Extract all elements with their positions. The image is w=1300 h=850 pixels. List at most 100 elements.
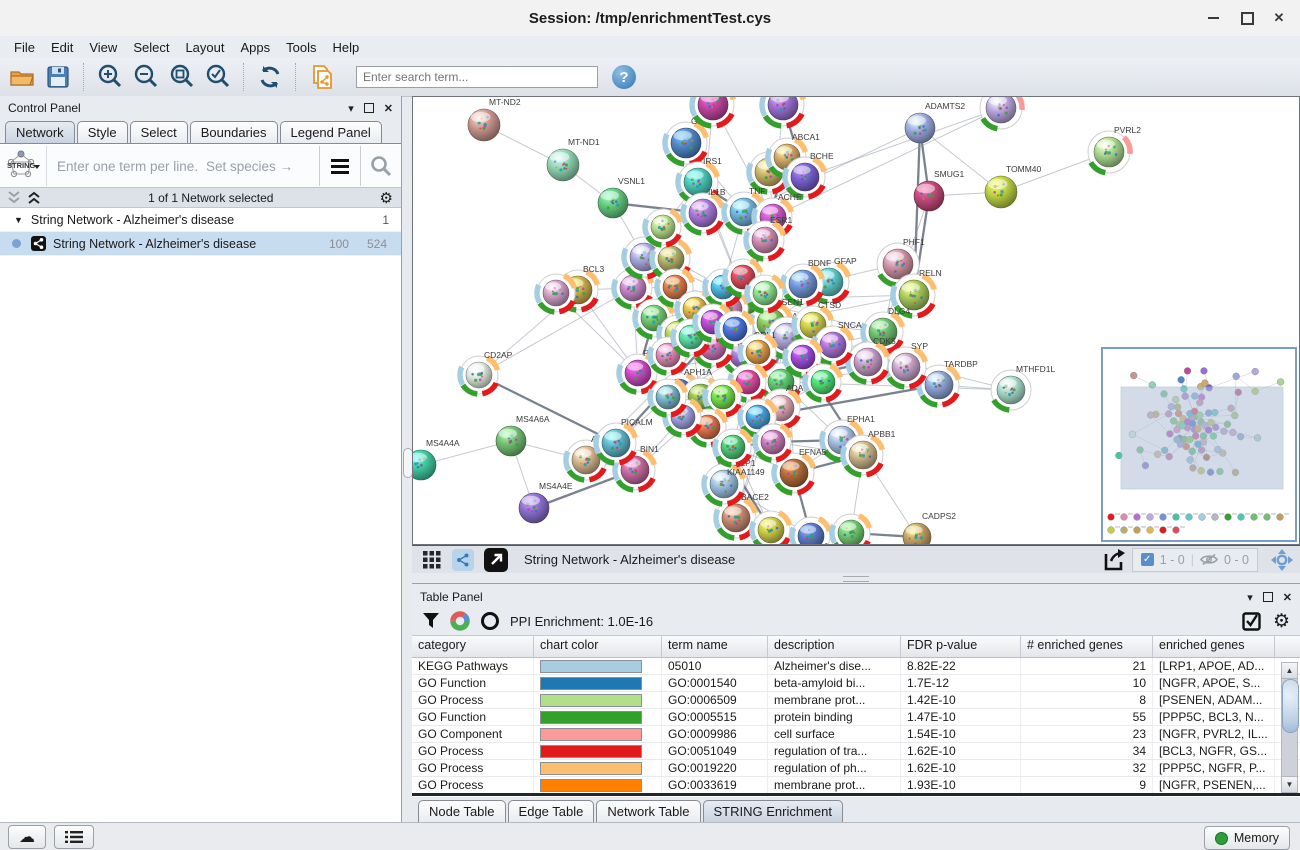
table-tab-node-table[interactable]: Node Table xyxy=(418,800,506,822)
open-file-button[interactable] xyxy=(8,63,36,91)
table-scrollbar[interactable]: ▲ ▼ xyxy=(1281,662,1298,793)
enrichment-row[interactable]: GO ProcessGO:0033619membrane prot...1.93… xyxy=(412,777,1300,794)
tree-expand-icon[interactable]: ▼ xyxy=(14,215,23,225)
network-node[interactable] xyxy=(792,517,830,544)
network-node-tomm40[interactable]: TOMM40 xyxy=(985,164,1042,208)
network-node-mt-nd1[interactable]: MT-ND1 xyxy=(547,137,600,181)
grid-view-button[interactable] xyxy=(418,546,446,574)
zoom-selected-button[interactable] xyxy=(204,63,232,91)
filter-icon[interactable] xyxy=(422,612,440,630)
table-tab-network-table[interactable]: Network Table xyxy=(596,800,700,822)
menu-edit[interactable]: Edit xyxy=(43,38,81,57)
column-header-description[interactable]: description xyxy=(768,636,901,657)
menu-file[interactable]: File xyxy=(6,38,43,57)
menu-view[interactable]: View xyxy=(81,38,125,57)
network-node-smug1[interactable]: SMUG1 xyxy=(914,169,965,211)
enrichment-row[interactable]: GO ProcessGO:0019220regulation of ph...1… xyxy=(412,760,1300,777)
string-query-input[interactable]: Enter one term per line. xyxy=(47,159,206,174)
network-node-ms4a6a[interactable]: MS4A6A xyxy=(496,414,550,456)
column-header-term-name[interactable]: term name xyxy=(662,636,768,657)
network-collection-row[interactable]: ▼ String Network - Alzheimer's disease 1 xyxy=(0,208,401,232)
enrichment-row[interactable]: KEGG Pathways05010Alzheimer's dise...8.8… xyxy=(412,658,1300,675)
network-canvas[interactable]: MT-ND2MT-ND1VSNL1GAB2ADAMTS2PVRL2TOMM40S… xyxy=(412,96,1300,545)
table-tab-edge-table[interactable]: Edge Table xyxy=(508,800,595,822)
column-header-category[interactable]: category xyxy=(412,636,534,657)
network-node[interactable] xyxy=(762,97,804,126)
network-node[interactable] xyxy=(980,97,1022,129)
enrichment-row[interactable]: GO ComponentGO:0009986cell surface1.54E-… xyxy=(412,726,1300,743)
close-button[interactable]: ✕ xyxy=(1266,8,1292,28)
clone-network-button[interactable] xyxy=(308,63,336,91)
birdseye-toggle-button[interactable] xyxy=(1268,546,1296,574)
string-options-button[interactable] xyxy=(319,146,360,186)
network-node[interactable] xyxy=(715,429,751,465)
collapse-all-icon[interactable] xyxy=(6,191,22,205)
scroll-up-icon[interactable]: ▲ xyxy=(1282,663,1297,679)
table-panel-menu-icon[interactable]: ▾ xyxy=(1247,591,1253,604)
birds-eye-view[interactable] xyxy=(1101,347,1297,542)
help-button[interactable]: ? xyxy=(612,65,636,89)
memory-button[interactable]: Memory xyxy=(1204,826,1290,850)
float-panel-icon[interactable] xyxy=(364,103,374,113)
network-node-cadps2[interactable]: CADPS2 xyxy=(903,511,956,544)
network-node[interactable] xyxy=(832,514,870,544)
tab-legend-panel[interactable]: Legend Panel xyxy=(280,121,382,143)
minimize-button[interactable] xyxy=(1200,8,1226,28)
selected-checkbox-icon[interactable]: ✓ xyxy=(1141,553,1154,566)
table-settings-gear-icon[interactable]: ⚙ xyxy=(1273,610,1290,633)
string-view-button[interactable] xyxy=(452,549,474,571)
string-search-button[interactable] xyxy=(360,146,401,186)
automation-status-button[interactable]: ☁ xyxy=(8,825,46,849)
refresh-network-button[interactable] xyxy=(256,63,284,91)
network-options-gear-icon[interactable]: ⚙ xyxy=(380,189,393,207)
network-node[interactable] xyxy=(805,364,841,400)
zoom-fit-button[interactable] xyxy=(168,63,196,91)
column-header-chart-color[interactable]: chart color xyxy=(534,636,662,657)
network-node[interactable] xyxy=(747,275,783,311)
column-header--enriched-genes[interactable]: # enriched genes xyxy=(1021,636,1153,657)
network-row-selected[interactable]: String Network - Alzheimer's disease 100… xyxy=(0,232,401,256)
zoom-out-button[interactable] xyxy=(132,63,160,91)
birdseye-viewport[interactable] xyxy=(1121,387,1283,489)
menu-help[interactable]: Help xyxy=(325,38,368,57)
network-node-vsnl1[interactable]: VSNL1 xyxy=(598,176,645,218)
task-history-button[interactable] xyxy=(54,825,94,849)
column-header-fdr-p-value[interactable]: FDR p-value xyxy=(901,636,1021,657)
enrichment-row[interactable]: GO FunctionGO:0005515protein binding1.47… xyxy=(412,709,1300,726)
tab-select[interactable]: Select xyxy=(130,121,188,143)
string-database-selector[interactable]: STRING xyxy=(0,146,47,186)
network-node-tardbp[interactable]: TARDBP xyxy=(919,359,978,405)
enrichment-row[interactable]: GO ProcessGO:0006509membrane prot...1.42… xyxy=(412,692,1300,709)
network-node-adamts2[interactable]: ADAMTS2 xyxy=(905,101,965,143)
network-node-ms4a4a[interactable]: MS4A4A xyxy=(413,438,460,480)
network-node[interactable] xyxy=(755,424,791,460)
network-node[interactable] xyxy=(645,209,681,245)
network-node-mt-nd2[interactable]: MT-ND2 xyxy=(468,97,521,141)
network-node-pvrl2[interactable]: PVRL2 xyxy=(1088,125,1141,173)
detach-view-button[interactable] xyxy=(484,548,508,572)
column-header-enriched-genes[interactable]: enriched genes xyxy=(1153,636,1275,657)
table-close-icon[interactable]: ✕ xyxy=(1283,591,1292,604)
tab-network[interactable]: Network xyxy=(5,121,75,143)
network-node[interactable] xyxy=(650,379,686,415)
close-panel-icon[interactable]: ✕ xyxy=(384,102,393,115)
horizontal-splitter[interactable] xyxy=(412,573,1300,583)
zoom-in-button[interactable] xyxy=(96,63,124,91)
panel-menu-icon[interactable]: ▾ xyxy=(348,102,354,115)
network-node[interactable] xyxy=(752,511,790,544)
export-network-button[interactable] xyxy=(1100,546,1128,574)
network-node[interactable] xyxy=(692,97,734,126)
enrichment-row[interactable]: GO ProcessGO:0051049regulation of tra...… xyxy=(412,743,1300,760)
ring-chart-icon[interactable] xyxy=(480,611,500,631)
network-node[interactable] xyxy=(537,274,575,312)
set-species-hint[interactable]: Set species → xyxy=(206,159,319,174)
expand-all-icon[interactable] xyxy=(26,191,42,205)
maximize-button[interactable] xyxy=(1234,8,1260,28)
menu-tools[interactable]: Tools xyxy=(278,38,324,57)
scrollbar-thumb[interactable] xyxy=(1282,679,1299,733)
tab-style[interactable]: Style xyxy=(77,121,128,143)
menu-apps[interactable]: Apps xyxy=(233,38,279,57)
table-float-icon[interactable] xyxy=(1263,592,1273,602)
enrichment-row[interactable]: GO FunctionGO:0001540beta-amyloid bi...1… xyxy=(412,675,1300,692)
scroll-down-icon[interactable]: ▼ xyxy=(1282,776,1297,792)
